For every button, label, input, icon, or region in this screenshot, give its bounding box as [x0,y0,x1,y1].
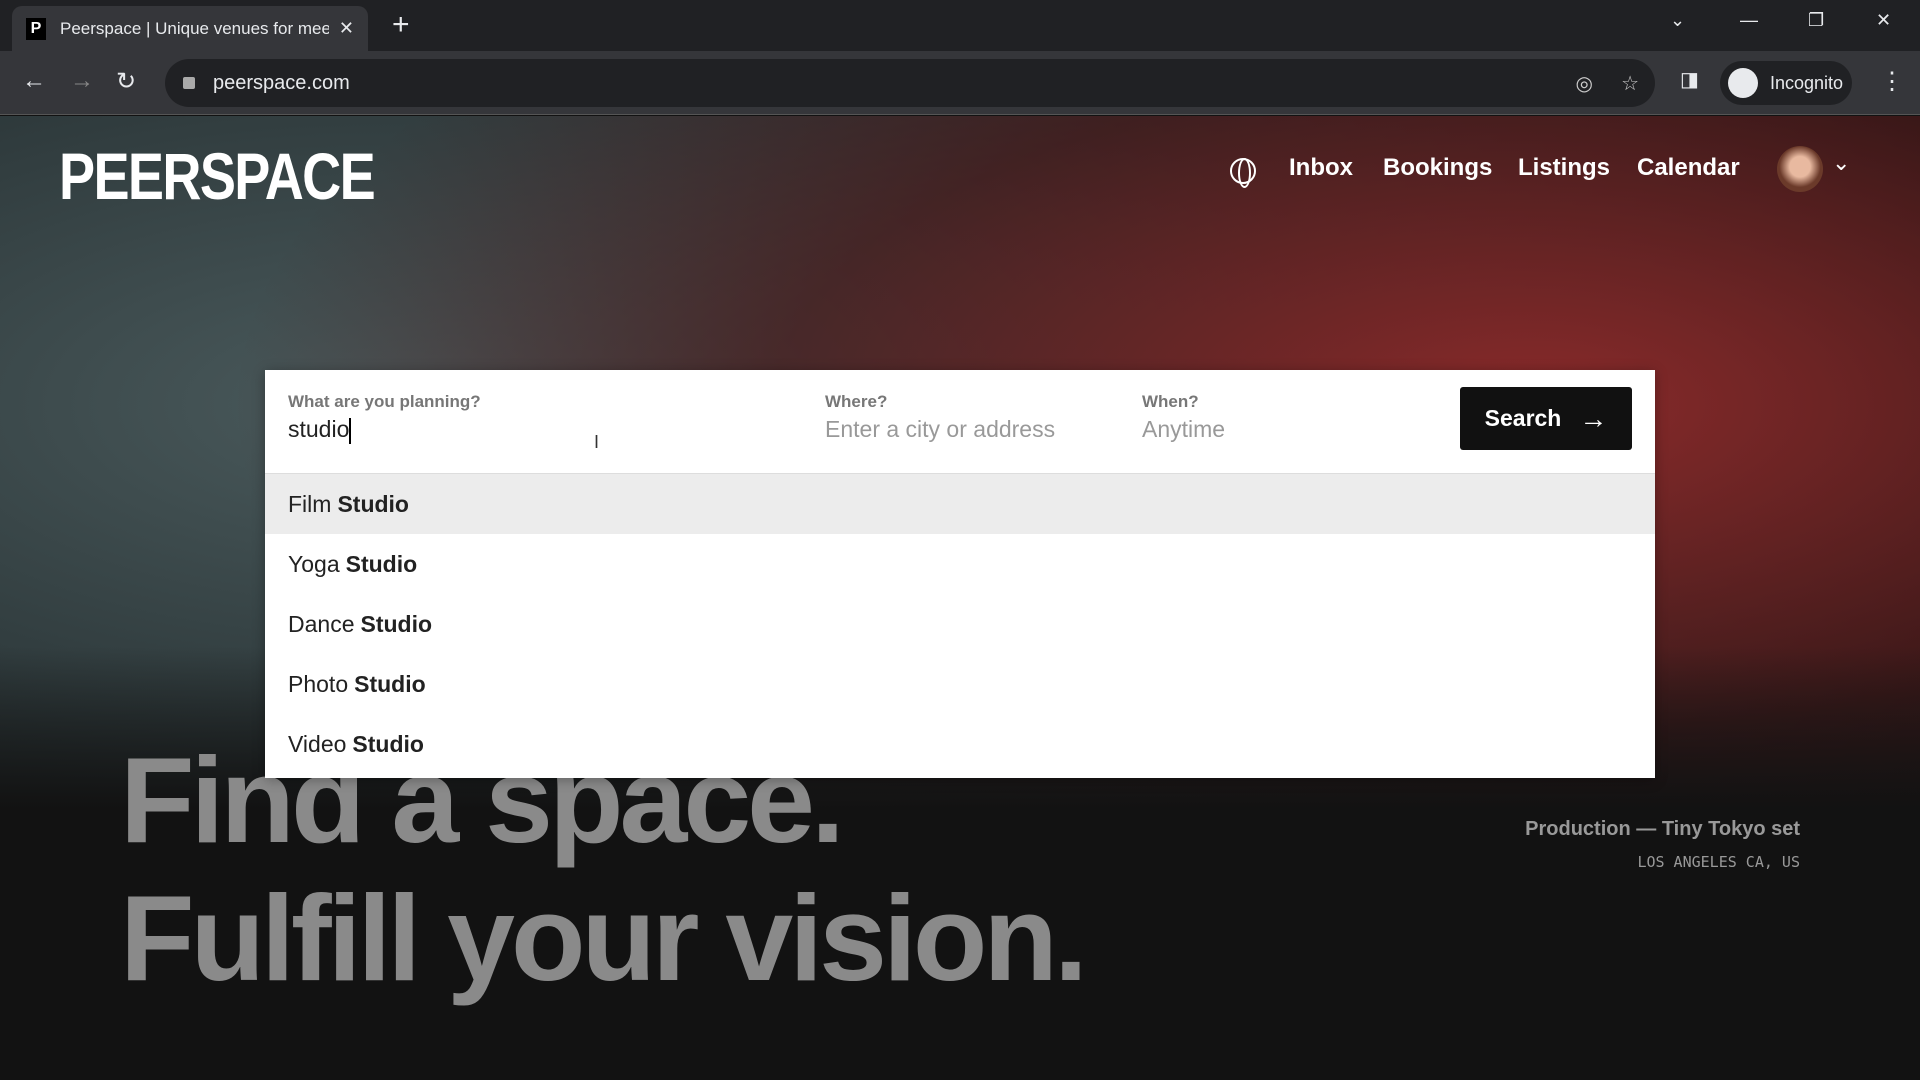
incognito-icon [1728,68,1758,98]
what-label: What are you planning? [288,392,481,411]
arrow-right-icon: → [1579,402,1608,434]
close-tab-icon[interactable]: ✕ [339,18,354,39]
side-panel-icon[interactable]: ◨ [1680,67,1699,92]
what-input-value: studio [288,416,350,442]
what-input[interactable]: studio [288,416,708,444]
where-label: Where? [825,392,888,411]
browser-toolbar: ← → ↻ peerspace.com ◎ ☆ ◨ Incognito ⋮ [0,51,1920,115]
tracking-blocked-icon[interactable]: ◎ [1576,71,1593,96]
suggestion-item[interactable]: Dance Studio [265,594,1655,654]
new-tab-icon[interactable]: + [392,8,410,42]
lock-icon [183,77,195,89]
tab-title: Peerspace | Unique venues for meetings [60,18,329,38]
avatar[interactable] [1777,146,1823,192]
suggestion-item[interactable]: Video Studio [265,714,1655,774]
incognito-profile[interactable]: Incognito [1720,61,1852,105]
search-button-label: Search [1484,405,1562,431]
chevron-down-icon[interactable]: ⌄ [1832,150,1850,176]
back-icon[interactable]: ← [22,67,46,95]
suggestion-item[interactable]: Photo Studio [265,654,1655,714]
search-button[interactable]: Search → [1460,387,1632,450]
nav-calendar[interactable]: Calendar [1637,154,1740,182]
reload-icon[interactable]: ↻ [116,67,136,96]
close-window-icon[interactable]: ✕ [1876,10,1891,31]
favicon: P [26,17,46,40]
nav-inbox[interactable]: Inbox [1289,154,1353,182]
menu-icon[interactable]: ⋮ [1880,67,1904,96]
photo-caption: Production — Tiny Tokyo set [1525,818,1800,840]
globe-icon[interactable] [1230,158,1256,188]
profile-label: Incognito [1770,72,1844,93]
restore-icon[interactable]: ❐ [1808,10,1824,31]
search-panel: What are you planning? studio Where? Ent… [265,370,1655,778]
suggestion-item[interactable]: Film Studio [265,474,1655,534]
browser-tab[interactable]: P Peerspace | Unique venues for meetings… [12,6,368,51]
address-bar[interactable]: peerspace.com ◎ ☆ [165,59,1655,107]
suggestion-item[interactable]: Yoga Studio [265,534,1655,594]
suggestion-list: Film Studio Yoga Studio Dance Studio Photo S… [265,473,1655,774]
url-text: peerspace.com [213,71,350,94]
bookmark-star-icon[interactable]: ☆ [1621,71,1639,96]
text-cursor-icon: I [594,432,600,452]
forward-icon[interactable]: → [70,67,94,95]
minimize-icon[interactable]: — [1740,10,1758,31]
where-input[interactable]: Enter a city or address [825,416,1055,443]
hero-headline-2: Fulfill your vision. [120,870,1088,1006]
nav-listings[interactable]: Listings [1518,154,1610,182]
tab-bar: P Peerspace | Unique venues for meetings… [0,0,1920,51]
when-input[interactable]: Anytime [1142,416,1225,443]
when-label: When? [1142,392,1199,411]
photo-location: LOS ANGELES CA, US [1637,853,1800,871]
nav-bookings[interactable]: Bookings [1383,154,1492,182]
tab-search-icon[interactable]: ⌄ [1670,10,1685,31]
peerspace-logo[interactable]: PEERSPACE [59,138,376,214]
